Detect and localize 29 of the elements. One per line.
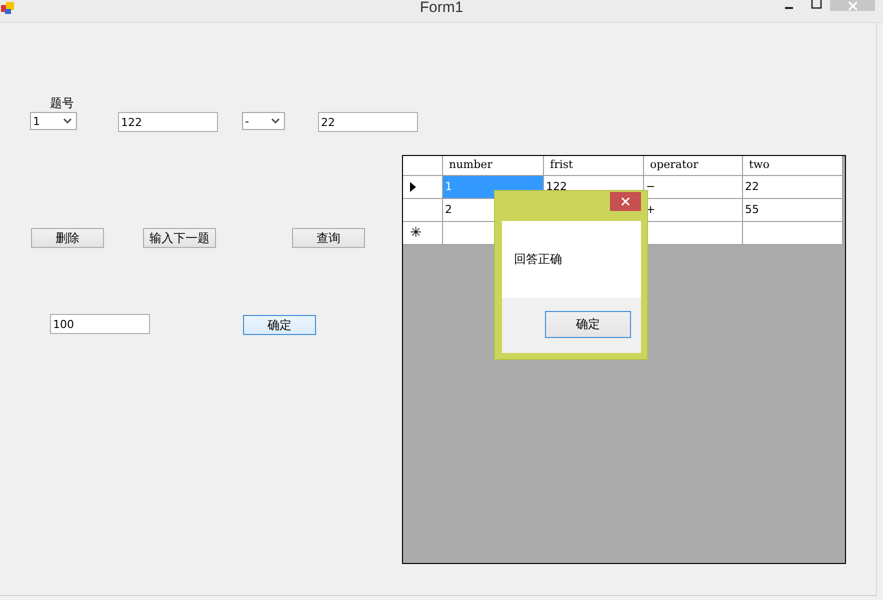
operator-combo[interactable]: - bbox=[242, 112, 285, 130]
app-icon bbox=[1, 1, 15, 15]
column-header[interactable]: number bbox=[443, 156, 544, 176]
table-cell[interactable]: − bbox=[644, 176, 743, 199]
close-icon bbox=[848, 0, 858, 10]
ok-button[interactable]: 确定 bbox=[545, 311, 631, 338]
close-icon bbox=[621, 197, 630, 206]
maximize-icon[interactable] bbox=[811, 0, 822, 9]
first-number-field[interactable]: 122 bbox=[118, 112, 218, 132]
confirm-button[interactable]: 确定 bbox=[243, 315, 316, 335]
question-number-combo[interactable]: 1 bbox=[30, 112, 77, 130]
column-header[interactable]: operator bbox=[644, 156, 743, 176]
current-row-icon bbox=[410, 182, 416, 192]
action-button[interactable]: 查询 bbox=[292, 228, 365, 248]
table-cell[interactable]: 55 bbox=[743, 199, 843, 222]
row-header[interactable] bbox=[403, 176, 443, 199]
second-number-field[interactable]: 22 bbox=[318, 112, 418, 132]
column-header[interactable]: two bbox=[743, 156, 843, 176]
dialog-message: 回答正确 bbox=[514, 251, 562, 268]
new-row-cell[interactable] bbox=[743, 222, 843, 245]
window-title: Form1 bbox=[418, 0, 464, 16]
close-button[interactable] bbox=[610, 192, 641, 211]
action-button[interactable]: 删除 bbox=[31, 228, 104, 248]
row-header[interactable]: ✳ bbox=[403, 222, 443, 245]
table-cell[interactable]: 22 bbox=[743, 176, 843, 199]
answer-field[interactable]: 100 bbox=[50, 314, 150, 334]
column-header[interactable]: frist bbox=[544, 156, 644, 176]
question-number-label: 题号 bbox=[50, 95, 74, 112]
action-button[interactable]: 输入下一题 bbox=[143, 228, 216, 248]
